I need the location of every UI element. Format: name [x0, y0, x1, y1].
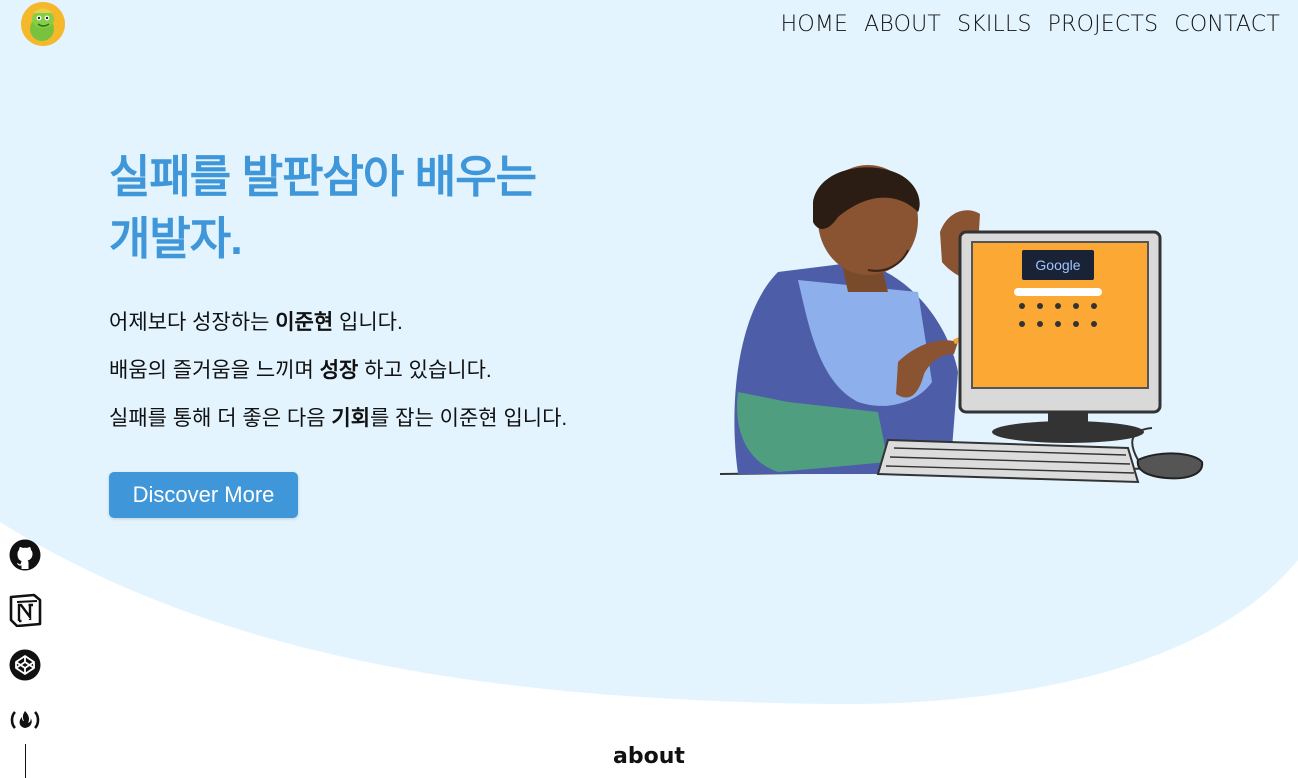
nav-home[interactable]: HOME: [781, 12, 849, 37]
nav-about[interactable]: ABOUT: [864, 12, 941, 37]
nav-contact[interactable]: CONTACT: [1174, 12, 1280, 37]
intro-line-2-text: 배움의 즐거움을 느끼며: [109, 359, 320, 382]
social-links: [8, 538, 42, 758]
main-nav: HOME ABOUT SKILLS PROJECTS CONTACT: [781, 12, 1280, 37]
codepen-icon[interactable]: [8, 648, 42, 682]
hero-headline: 실패를 발판삼아 배우는 개발자.: [109, 146, 629, 270]
intro-line-3: 실패를 통해 더 좋은 다음 기회를 잡는 이준현 입니다.: [109, 402, 567, 432]
github-icon[interactable]: [8, 538, 42, 572]
screen-logo-text: Google: [1035, 257, 1080, 273]
intro-line-1-tail: 입니다.: [333, 311, 403, 334]
discover-more-button[interactable]: Discover More: [109, 472, 298, 518]
intro-line-2-tail: 하고 있습니다.: [358, 359, 492, 382]
freecodecamp-icon[interactable]: [8, 703, 42, 737]
intro-line-3-tail: 를 잡는 이준현 입니다.: [370, 407, 568, 430]
intro-line-3-text: 실패를 통해 더 좋은 다음: [109, 407, 332, 430]
nav-skills[interactable]: SKILLS: [957, 12, 1032, 37]
intro-line-1: 어제보다 성장하는 이준현 입니다.: [109, 306, 403, 336]
dino-logo-icon[interactable]: [21, 2, 65, 46]
headline-line-1: 실패를 발판삼아 배우는: [109, 151, 537, 202]
intro-line-3-bold: 기회: [331, 407, 371, 430]
intro-line-1-text: 어제보다 성장하는: [109, 311, 276, 334]
intro-line-2-bold: 성장: [319, 359, 359, 382]
site-header: HOME ABOUT SKILLS PROJECTS CONTACT: [0, 0, 1298, 52]
nav-projects[interactable]: PROJECTS: [1048, 12, 1159, 37]
intro-line-2: 배움의 즐거움을 느끼며 성장 하고 있습니다.: [109, 354, 492, 384]
about-section-title: about: [613, 744, 685, 769]
notion-icon[interactable]: [8, 593, 42, 628]
intro-line-1-bold: 이준현: [275, 311, 334, 334]
headline-line-2: 개발자.: [109, 213, 243, 264]
developer-illustration: Google: [719, 165, 1204, 484]
